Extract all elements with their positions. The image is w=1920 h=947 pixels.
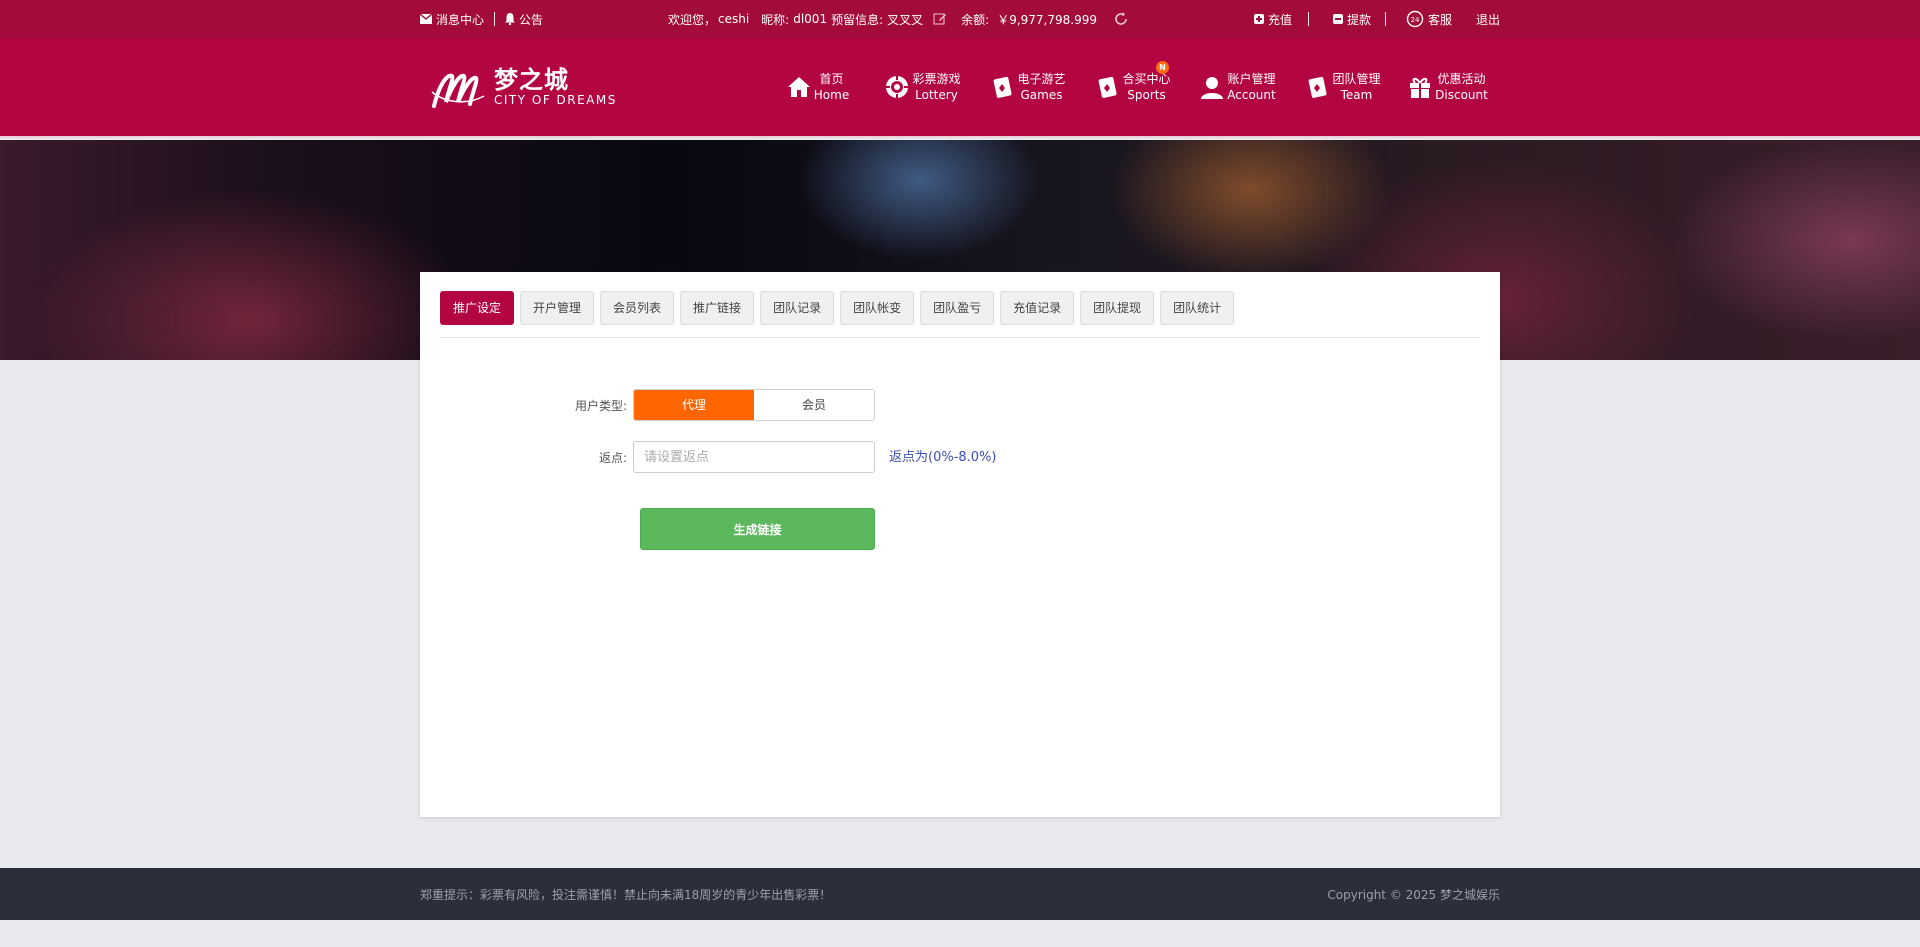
rebate-row: 返点: 返点为(0%-8.0%) [420,441,997,473]
support-24h-icon: 24 [1406,10,1424,28]
top-bar: 消息中心 公告 欢迎您， ceshi 昵称: dl001 预留信息: 叉叉叉 余… [0,0,1920,38]
nav-home-en: Home [813,88,850,102]
content-panel: 推广设定 开户管理 会员列表 推广链接 团队记录 团队帐变 团队盈亏 充值记录 … [420,272,1500,817]
edit-icon[interactable] [933,12,947,26]
nav-team-en: Team [1340,88,1373,102]
tab-promo-links[interactable]: 推广链接 [680,291,755,325]
service-label: 客服 [1427,12,1452,27]
recharge-label: 充值 [1267,12,1292,27]
tab-team-profit[interactable]: 团队盈亏 [920,291,995,325]
gift-icon [1410,77,1431,98]
nav-discount[interactable]: 优惠活动 Discount [1395,71,1500,103]
recharge-link[interactable]: 充值 [1253,11,1292,28]
nav-home[interactable]: 首页 Home [765,71,870,103]
nickname: dl001 [793,12,828,26]
messages-label: 消息中心 [436,12,485,27]
footer-notice: 郑重提示：彩票有风险，投注需谨慎！禁止向未满18周岁的青少年出售彩票！ [420,887,832,902]
tab-member-list[interactable]: 会员列表 [600,291,675,325]
tab-recharge-records[interactable]: 充值记录 [1000,291,1075,325]
tab-bar: 推广设定 开户管理 会员列表 推广链接 团队记录 团队帐变 团队盈亏 充值记录 … [440,291,1480,338]
main-header: 梦之城 CITY OF DREAMS 首页 Home 彩票游戏 Lottery 电子… [0,38,1920,138]
nav-account[interactable]: 账户管理 Account [1185,71,1290,103]
nav-games[interactable]: 电子游艺 Games [975,71,1080,103]
username: ceshi [718,12,750,26]
card-icon [1309,76,1328,98]
balance-value: ￥9,977,798.999 [997,12,1097,27]
logo-title: 梦之城 [494,66,569,94]
nav-lottery[interactable]: 彩票游戏 Lottery [870,71,975,103]
withdraw-link[interactable]: 提款 [1332,11,1371,28]
messages-link[interactable]: 消息中心 [420,11,484,28]
tab-team-withdraw[interactable]: 团队提现 [1080,291,1155,325]
nav-account-en: Account [1227,88,1276,102]
generate-link-button[interactable]: 生成链接 [640,508,875,550]
page-footer: 郑重提示：彩票有风险，投注需谨慎！禁止向未满18周岁的青少年出售彩票！ Copy… [0,868,1920,920]
divider [1384,12,1386,26]
rebate-input[interactable] [633,441,875,473]
nav-account-cn: 账户管理 [1227,72,1276,86]
nav-games-cn: 电子游艺 [1017,72,1066,86]
nav-home-cn: 首页 [819,72,844,86]
nav-lottery-cn: 彩票游戏 [912,72,961,86]
new-badge: N [1156,61,1169,74]
logout-label: 退出 [1475,12,1500,27]
refresh-icon[interactable] [1113,11,1129,27]
service-link[interactable]: 24 客服 [1406,10,1452,28]
nav-games-en: Games [1020,88,1063,102]
card-icon [1099,76,1118,98]
mail-icon [420,14,432,24]
logout-link[interactable]: 退出 [1476,11,1500,28]
plus-icon [1253,14,1264,24]
nav-lottery-en: Lottery [915,88,958,102]
home-icon [787,77,810,97]
notice-label: 公告 [519,12,544,27]
nav-sports[interactable]: 合买中心 Sports N [1080,61,1185,103]
tab-team-records[interactable]: 团队记录 [760,291,835,325]
footer-copyright: Copyright © 2025 梦之城娱乐 [1327,887,1500,902]
main-nav: 首页 Home 彩票游戏 Lottery 电子游艺 Games 合买中心 Sports … [765,61,1500,103]
rebate-label: 返点: [598,450,627,465]
nav-discount-en: Discount [1435,88,1488,102]
notice-link[interactable]: 公告 [505,11,543,28]
nav-team[interactable]: 团队管理 Team [1290,71,1395,103]
user-type-row: 用户类型: 代理 会员 [420,389,875,421]
site-logo[interactable]: 梦之城 CITY OF DREAMS [430,62,617,112]
divider [1307,12,1309,26]
withdraw-label: 提款 [1346,12,1371,27]
nav-discount-cn: 优惠活动 [1437,72,1486,86]
user-info: 欢迎您， ceshi 昵称: dl001 预留信息: 叉叉叉 余额: ￥9,97… [668,11,1129,28]
svg-text:24: 24 [1411,16,1420,24]
user-icon [1201,77,1224,99]
user-type-label: 用户类型: [574,398,627,413]
card-icon [994,76,1013,98]
tab-account-opening[interactable]: 开户管理 [520,291,595,325]
user-type-toggle: 代理 会员 [633,389,875,421]
logo-mark-icon [431,73,485,108]
rebate-hint: 返点为(0%-8.0%) [889,449,997,465]
tab-team-transactions[interactable]: 团队帐变 [840,291,915,325]
user-type-member-option[interactable]: 会员 [754,390,874,420]
minus-icon [1332,14,1343,24]
nickname-label: 昵称: [761,12,790,27]
reserved-label: 预留信息: [831,12,884,27]
tab-promo-settings[interactable]: 推广设定 [440,291,515,325]
logo-subtitle: CITY OF DREAMS [494,93,617,107]
nav-team-cn: 团队管理 [1332,72,1381,86]
tab-team-stats[interactable]: 团队统计 [1160,291,1235,325]
welcome-text: 欢迎您， [667,12,716,27]
divider [494,12,496,26]
bell-icon [505,13,516,25]
reserved-info: 叉叉叉 [887,12,924,27]
nav-sports-en: Sports [1127,88,1166,102]
user-type-agent-option[interactable]: 代理 [634,390,754,420]
lottery-icon [886,76,909,98]
balance-label: 余额: [961,12,990,27]
